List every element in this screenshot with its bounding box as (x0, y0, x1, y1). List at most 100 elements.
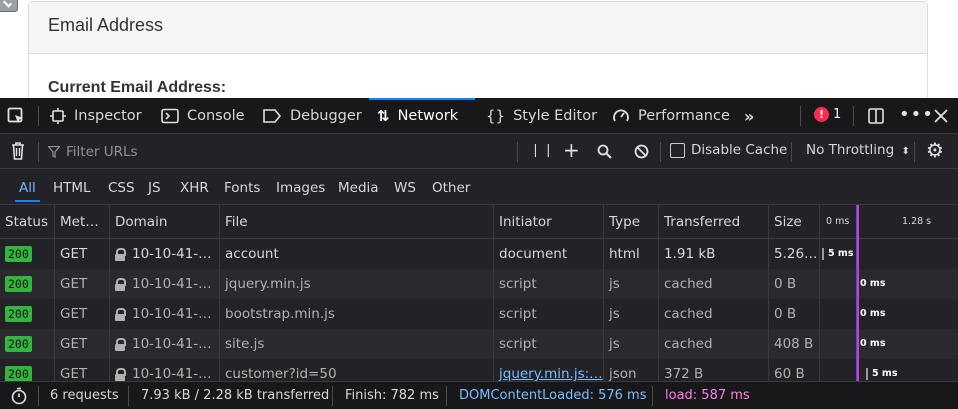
initiator-cell: script (494, 329, 604, 359)
summary-separator (128, 386, 129, 406)
type-cell: js (604, 329, 659, 359)
waterfall-cell: 5 ms (820, 239, 958, 269)
table-row[interactable]: 200 GET 10-10-41-… site.js script js cac… (0, 329, 958, 359)
type-filter-ws[interactable]: WS (394, 178, 416, 198)
lock-icon (115, 368, 126, 381)
error-icon: ! (814, 107, 829, 122)
lock-icon (115, 308, 126, 321)
search-icon[interactable] (597, 144, 612, 159)
file-cell: bootstrap.min.js (220, 299, 494, 329)
file-cell: jquery.min.js (220, 269, 494, 299)
waterfall-cell: 5 ms (820, 359, 958, 381)
filter-urls-input[interactable]: Filter URLs (48, 142, 498, 162)
size-cell: 60 B (769, 359, 820, 381)
column-header-status[interactable]: Status (0, 205, 55, 239)
table-row[interactable]: 200 GET 10-10-41-… account document html… (0, 239, 958, 269)
error-count-badge[interactable]: ! 1 (814, 107, 841, 122)
type-filter-html[interactable]: HTML (53, 178, 91, 198)
devtools-toolbar: Inspector Console Debugger ⇅ Network {} … (0, 98, 958, 134)
timing-label: 0 ms (860, 308, 886, 319)
toolbar-separator (38, 106, 39, 126)
tab-performance-label: Performance (638, 108, 730, 124)
type-filter-media[interactable]: Media (338, 178, 379, 198)
close-icon[interactable] (934, 109, 948, 123)
load-time: load: 587 ms (665, 388, 750, 403)
tab-debugger[interactable]: Debugger (262, 98, 362, 134)
tab-inspector[interactable]: Inspector (50, 98, 142, 134)
method-cell: GET (55, 359, 110, 381)
pause-icon[interactable]: ❘❘ (530, 143, 556, 158)
current-email-label: Current Email Address: (48, 79, 227, 96)
stopwatch-icon[interactable] (10, 387, 28, 405)
dock-side-icon[interactable] (867, 107, 885, 125)
plus-icon[interactable]: + (563, 138, 580, 162)
summary-separator (332, 386, 333, 406)
size-cell: 0 B (769, 299, 820, 329)
type-filter-js[interactable]: JS (148, 178, 161, 198)
size-cell: 408 B (769, 329, 820, 359)
initiator-cell[interactable]: jquery.min.js:… (494, 359, 604, 381)
throttling-select[interactable]: No Throttling ⬍ (806, 142, 910, 158)
table-row[interactable]: 200 GET 10-10-41-… customer?id=50 jquery… (0, 359, 958, 381)
trash-icon[interactable] (11, 142, 25, 160)
checkbox-icon[interactable] (0, 0, 18, 12)
column-header-size[interactable]: Size (769, 205, 820, 239)
more-tools-chevron-icon[interactable]: » (744, 98, 754, 134)
size-cell: 0 B (769, 269, 820, 299)
more-options-icon[interactable]: ••• (899, 104, 934, 125)
tab-style-editor[interactable]: {} Style Editor (486, 98, 597, 134)
disable-cache-label: Disable Cache (691, 142, 788, 158)
tab-style-editor-label: Style Editor (513, 108, 598, 124)
column-header-type[interactable]: Type (604, 205, 659, 239)
disable-cache-checkbox[interactable] (670, 143, 685, 158)
initiator-link[interactable]: jquery.min.js:… (499, 366, 603, 381)
waterfall-header[interactable]: 0 ms 1.28 s (820, 205, 958, 239)
domain-value: 10-10-41-… (132, 366, 212, 381)
block-icon[interactable] (634, 144, 649, 159)
gear-icon[interactable]: ⚙ (926, 138, 944, 162)
column-header-method[interactable]: Met… (55, 205, 110, 239)
timing-label: 0 ms (860, 278, 886, 289)
column-header-transferred[interactable]: Transferred (659, 205, 769, 239)
type-filter-all[interactable]: All (15, 178, 40, 202)
column-header-file[interactable]: File (220, 205, 494, 239)
transferred-cell: cached (659, 299, 769, 329)
column-header-initiator[interactable]: Initiator (494, 205, 604, 239)
filter-icon (48, 146, 60, 158)
domain-cell: 10-10-41-… (110, 239, 220, 269)
dom-content-loaded-time: DOMContentLoaded: 576 ms (459, 388, 647, 403)
tab-network[interactable]: ⇅ Network (377, 98, 458, 134)
domain-value: 10-10-41-… (132, 336, 212, 352)
method-cell: GET (55, 239, 110, 269)
tab-debugger-label: Debugger (290, 108, 362, 124)
request-table-header: Status Met… Domain File Initiator Type T… (0, 205, 958, 239)
element-picker-icon[interactable] (7, 107, 25, 125)
transferred-cell: 1.91 kB (659, 239, 769, 269)
status-badge: 200 (5, 306, 32, 322)
timing-bar (822, 248, 824, 260)
status-badge: 200 (5, 276, 32, 292)
network-icon: ⇅ (377, 107, 390, 125)
column-header-domain[interactable]: Domain (110, 205, 220, 239)
lock-icon (115, 278, 126, 291)
file-cell: account (220, 239, 494, 269)
type-filter-images[interactable]: Images (276, 178, 325, 198)
web-page: Email Address Current Email Address: (0, 0, 958, 98)
tab-performance[interactable]: Performance (612, 98, 730, 134)
inspector-icon (50, 108, 66, 124)
type-filter-fonts[interactable]: Fonts (224, 178, 260, 198)
tab-console[interactable]: Console (161, 98, 245, 134)
type-filter-other[interactable]: Other (432, 178, 470, 198)
toolbar-separator (800, 106, 801, 126)
transferred-cell: 372 B (659, 359, 769, 381)
filter-separator (660, 142, 661, 162)
table-row[interactable]: 200 GET 10-10-41-… bootstrap.min.js scri… (0, 299, 958, 329)
request-count: 6 requests (50, 388, 119, 403)
table-row[interactable]: 200 GET 10-10-41-… jquery.min.js script … (0, 269, 958, 299)
network-filter-bar: Filter URLs ❘❘ + Disable Cache No Thrott… (0, 134, 958, 169)
type-filter-css[interactable]: CSS (108, 178, 135, 198)
timing-bar (866, 368, 868, 380)
domain-cell: 10-10-41-… (110, 269, 220, 299)
toolbar-separator (853, 106, 854, 126)
type-filter-xhr[interactable]: XHR (180, 178, 209, 198)
